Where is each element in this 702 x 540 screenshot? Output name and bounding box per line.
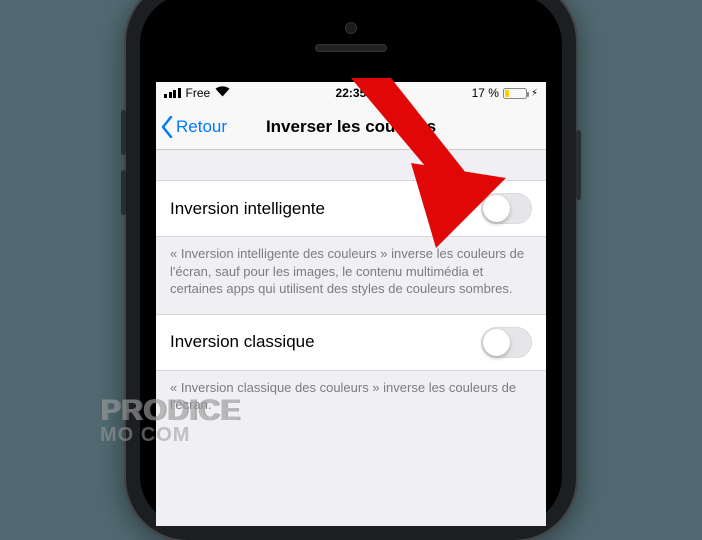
charging-icon: ⚡︎ [531,88,538,99]
clock: 22:35 [336,86,367,100]
volume-up-button [121,110,126,155]
signal-icon [164,88,181,98]
status-bar: Free 22:35 17 % ⚡︎ [156,82,546,104]
battery-icon [503,88,527,99]
back-button[interactable]: Retour [156,116,227,138]
row-label: Inversion classique [170,332,315,352]
row-smart-invert-footer: « Inversion intelligente des couleurs » … [156,237,546,314]
toggle-classic-invert[interactable] [481,327,532,358]
watermark-line2: MO COM [100,424,240,447]
screen: Free 22:35 17 % ⚡︎ Retour Inverser le [156,82,546,526]
chevron-left-icon [160,116,174,138]
toggle-smart-invert[interactable] [481,193,532,224]
phone-frame: Free 22:35 17 % ⚡︎ Retour Inverser le [126,0,576,540]
nav-bar: Retour Inverser les couleurs [156,104,546,150]
phone-sensors [315,22,387,52]
carrier-label: Free [186,86,211,100]
phone-bezel: Free 22:35 17 % ⚡︎ Retour Inverser le [140,0,562,526]
battery-percent: 17 % [472,86,499,100]
power-button [576,130,581,200]
volume-down-button [121,170,126,215]
front-camera [345,22,357,34]
watermark-line1: PRODICE [100,394,240,428]
wifi-icon [215,86,230,100]
row-smart-invert[interactable]: Inversion intelligente [156,180,546,237]
watermark: PRODICE MO COM [100,394,240,447]
row-classic-invert[interactable]: Inversion classique [156,314,546,371]
row-label: Inversion intelligente [170,199,325,219]
earpiece-speaker [315,44,387,52]
back-label: Retour [176,117,227,137]
